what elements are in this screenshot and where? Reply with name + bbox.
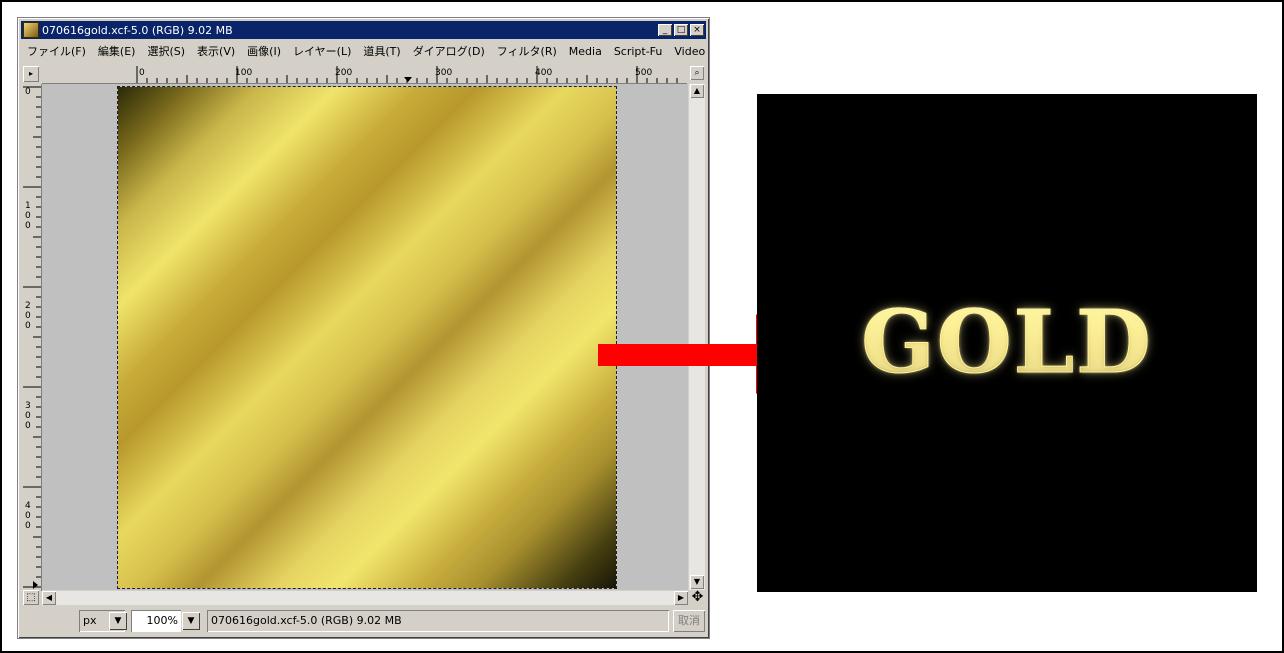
hruler-label-300: 300: [435, 68, 452, 78]
quick-mask-toggle[interactable]: ▸: [23, 66, 39, 82]
menu-layer[interactable]: レイヤー(L): [287, 43, 357, 59]
menu-file[interactable]: ファイル(F): [21, 43, 92, 59]
cancel-button[interactable]: 取消: [673, 610, 705, 632]
window-title: 070616gold.xcf-5.0 (RGB) 9.02 MB: [42, 23, 233, 37]
menu-dialogs[interactable]: ダイアログ(D): [407, 43, 491, 59]
vruler-label-300-d2: 0: [25, 411, 31, 421]
scroll-up-button[interactable]: ▲: [690, 84, 704, 98]
vruler-label-300-d3: 0: [25, 421, 31, 431]
horizontal-scrollbar[interactable]: ◀ ▶: [42, 591, 688, 605]
vruler-label-200-d1: 2: [25, 301, 31, 311]
scroll-left-button[interactable]: ◀: [42, 591, 56, 605]
vruler-label-100-d2: 0: [25, 211, 31, 221]
gold-text: GOLD: [757, 292, 1257, 394]
vertical-pointer-marker: [33, 581, 38, 589]
minimize-button[interactable]: _: [658, 24, 672, 36]
status-message: 070616gold.xcf-5.0 (RGB) 9.02 MB: [207, 610, 669, 632]
vertical-ruler[interactable]: 0 1 0 0 2 0 0 3 0 0 4 0 0: [23, 84, 42, 591]
menu-view[interactable]: 表示(V): [191, 43, 241, 59]
title-bar[interactable]: 070616gold.xcf-5.0 (RGB) 9.02 MB _ □ ×: [21, 21, 706, 39]
menu-media[interactable]: Media: [563, 45, 608, 58]
hruler-label-400: 400: [535, 68, 552, 78]
menu-select[interactable]: 選択(S): [141, 43, 191, 59]
vruler-label-100-d3: 0: [25, 221, 31, 231]
quick-mask-icon[interactable]: ⬚: [23, 590, 39, 605]
chevron-down-icon[interactable]: ▼: [182, 612, 200, 630]
hruler-label-0: 0: [139, 68, 145, 78]
menu-bar: ファイル(F) 編集(E) 選択(S) 表示(V) 画像(I) レイヤー(L) …: [21, 41, 706, 61]
canvas-area[interactable]: [42, 84, 688, 590]
gimp-image-icon: [23, 22, 39, 38]
vertical-ruler-ticks: 0 1 0 0 2 0 0 3 0 0 4 0 0: [23, 86, 41, 589]
status-bar: px ▼ 100% ▼ 070616gold.xcf-5.0 (RGB) 9.0…: [21, 608, 706, 634]
hruler-label-500: 500: [635, 68, 652, 78]
vruler-label-300-d1: 3: [25, 401, 31, 411]
scroll-down-button[interactable]: ▼: [690, 575, 704, 589]
vruler-label-100-d1: 1: [25, 201, 31, 211]
hruler-label-200: 200: [335, 68, 352, 78]
close-button[interactable]: ×: [690, 24, 704, 36]
chevron-down-icon[interactable]: ▼: [109, 612, 127, 630]
menu-edit[interactable]: 編集(E): [92, 43, 142, 59]
four-way-arrow-icon[interactable]: ✥: [690, 590, 705, 605]
horizontal-ruler-ticks: 0 100 200 300 400 500: [136, 66, 678, 83]
hruler-label-100: 100: [235, 68, 252, 78]
scroll-right-button[interactable]: ▶: [674, 591, 688, 605]
vruler-label-400-d2: 0: [25, 511, 31, 521]
magnifier-icon[interactable]: ⌕: [690, 66, 704, 80]
vruler-label-400-d3: 0: [25, 521, 31, 531]
menu-image[interactable]: 画像(I): [241, 43, 287, 59]
pointer-position-marker: [404, 77, 412, 82]
menu-filters[interactable]: フィルタ(R): [491, 43, 563, 59]
figure-frame: 070616gold.xcf-5.0 (RGB) 9.02 MB _ □ × フ…: [0, 0, 1284, 653]
gold-gradient-image[interactable]: [117, 86, 617, 589]
result-image: GOLD: [757, 94, 1257, 592]
horizontal-ruler[interactable]: 0 100 200 300 400 500: [42, 66, 687, 84]
menu-video[interactable]: Video: [668, 45, 711, 58]
zoom-field[interactable]: 100%: [131, 610, 181, 632]
vruler-label-200-d3: 0: [25, 321, 31, 331]
vruler-label-400-d1: 4: [25, 501, 31, 511]
vruler-label-0: 0: [25, 87, 31, 97]
menu-script-fu[interactable]: Script-Fu: [608, 45, 669, 58]
maximize-button[interactable]: □: [674, 24, 688, 36]
vruler-label-200-d2: 0: [25, 311, 31, 321]
menu-tools[interactable]: 道具(T): [357, 43, 406, 59]
